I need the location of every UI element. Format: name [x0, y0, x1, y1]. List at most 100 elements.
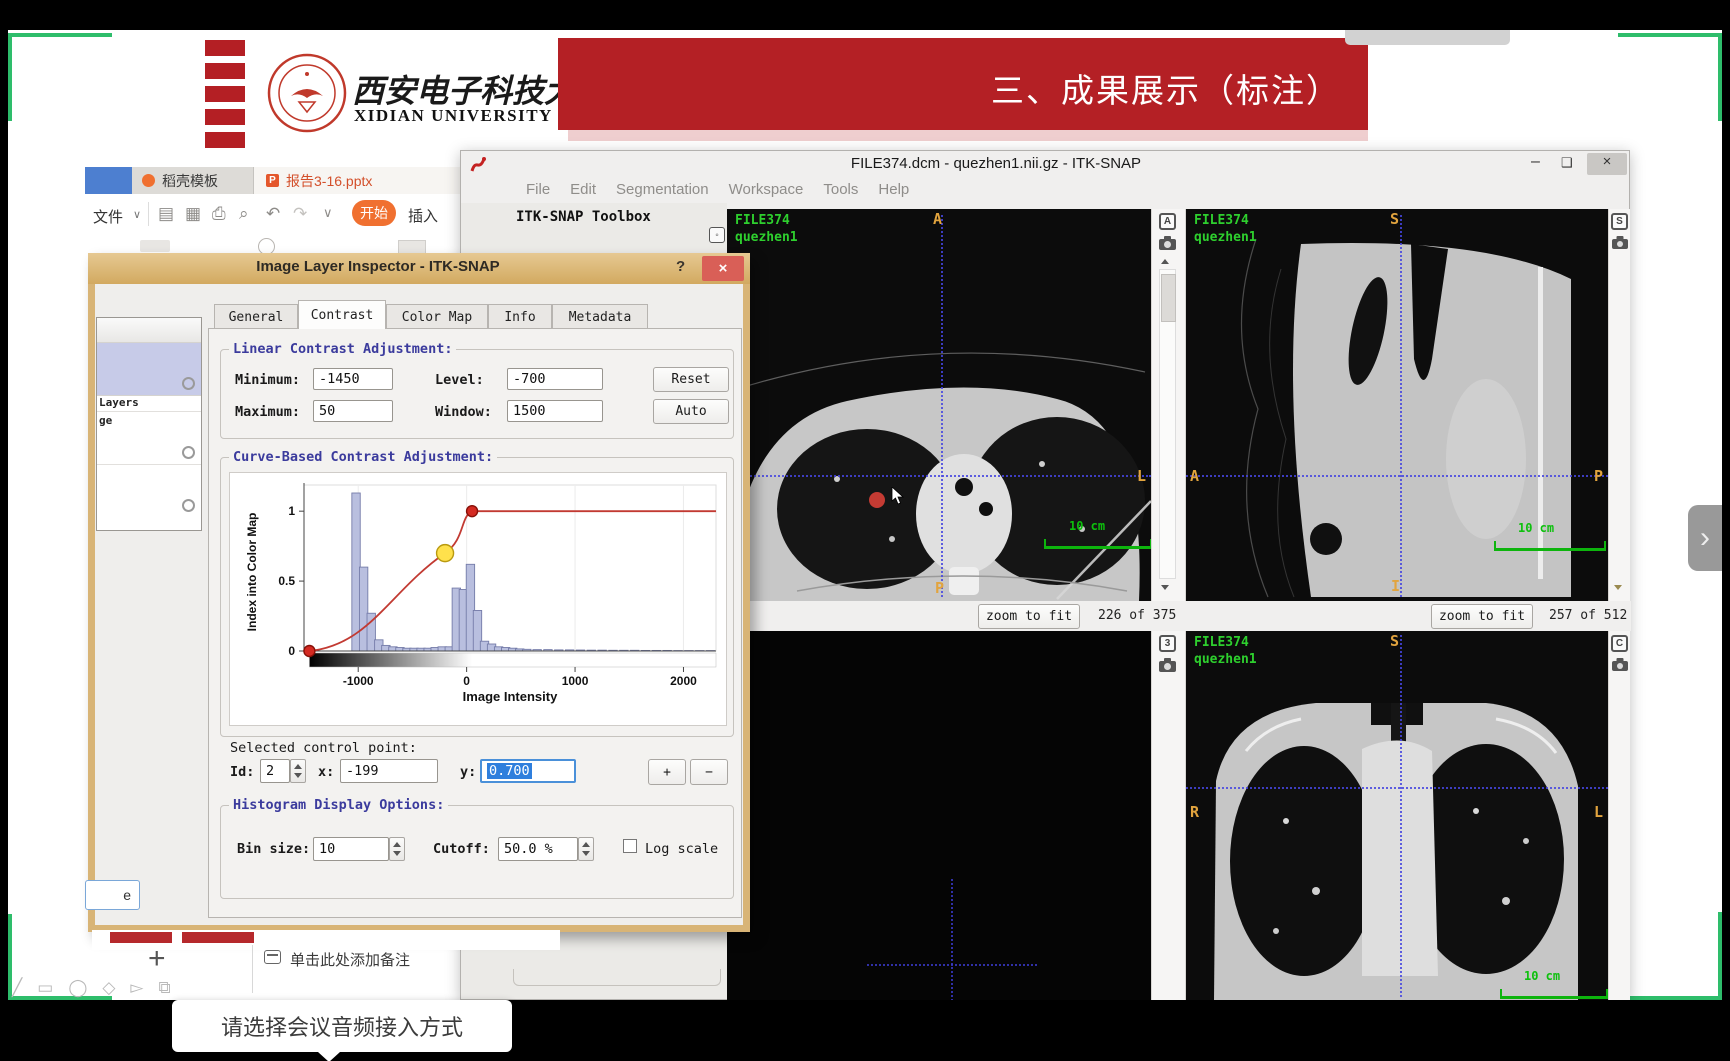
minimum-input[interactable]: -1450: [313, 368, 393, 390]
auto-button[interactable]: Auto: [653, 399, 729, 424]
menu-help[interactable]: Help: [878, 181, 909, 198]
y-input[interactable]: 0.700: [480, 759, 576, 783]
copy-icon[interactable]: ▦: [185, 204, 201, 224]
layer-row[interactable]: [97, 464, 201, 517]
screen-select-tool-icon[interactable]: ⧉: [159, 978, 171, 998]
coronal-crosshair-vertical[interactable]: [1400, 635, 1402, 997]
highlight-tool-icon[interactable]: ▭: [37, 978, 53, 998]
screenshot-camera-icon[interactable]: [1159, 236, 1176, 250]
coronal-viewport[interactable]: FILE374 quezhen1 S R L 10 cm: [1186, 631, 1608, 1001]
slice-scroll-up[interactable]: [1161, 259, 1169, 264]
tab-info[interactable]: Info: [488, 304, 552, 329]
coronal-panel-icon[interactable]: C: [1611, 635, 1628, 652]
add-control-point-button[interactable]: +: [648, 759, 686, 785]
undo-icon[interactable]: ↶: [266, 204, 280, 224]
maximize-button[interactable]: ❑: [1561, 155, 1573, 171]
ppt-notes-placeholder[interactable]: 单击此处添加备注: [290, 949, 410, 970]
layer-refresh-icon[interactable]: [182, 377, 195, 390]
more-tools-icon[interactable]: ∨: [323, 205, 333, 221]
layer-refresh-icon[interactable]: [182, 446, 195, 459]
ppt-divider: [252, 945, 253, 993]
slice-scroll-down[interactable]: [1161, 585, 1169, 590]
remove-control-point-button[interactable]: −: [690, 759, 728, 785]
tab-label: Contrast: [311, 308, 374, 323]
axial-viewport[interactable]: FILE374 quezhen1 A L P 10 cm: [727, 209, 1151, 601]
axial-crosshair-horizontal[interactable]: [727, 475, 1151, 477]
dialog-close-button[interactable]: ×: [702, 256, 744, 281]
svg-text:2000: 2000: [670, 674, 697, 688]
save-icon[interactable]: ▤: [158, 204, 174, 224]
dialog-titlebar[interactable]: Image Layer Inspector - ITK-SNAP ? ×: [88, 253, 750, 284]
id-spinner[interactable]: [290, 759, 306, 783]
axial-crosshair-vertical[interactable]: [941, 215, 943, 597]
print-icon[interactable]: ⎙: [212, 204, 226, 224]
sagittal-zoom-to-fit-button[interactable]: zoom to fit: [1431, 604, 1533, 629]
layer-row-selected[interactable]: [97, 343, 201, 395]
preview-icon[interactable]: ⌕: [239, 204, 249, 224]
sagittal-crosshair-vertical[interactable]: [1400, 215, 1402, 597]
svg-text:0.5: 0.5: [278, 574, 295, 588]
meeting-audio-toast[interactable]: 请选择会议音频接入方式: [172, 1000, 512, 1052]
minimize-button[interactable]: –: [1531, 153, 1540, 171]
cutoff-input[interactable]: 50.0 %: [498, 837, 578, 861]
menu-tools[interactable]: Tools: [823, 181, 858, 198]
redo-icon[interactable]: ↷: [293, 204, 307, 224]
window-input[interactable]: 1500: [507, 400, 603, 422]
reset-button[interactable]: Reset: [653, 367, 729, 392]
render3d-viewport[interactable]: [727, 631, 1151, 1001]
chevron-down-icon[interactable]: ∨: [133, 208, 141, 221]
sagittal-crosshair-horizontal[interactable]: [1186, 475, 1608, 477]
layer-name-fragment: ge: [99, 414, 112, 427]
cutoff-spinner[interactable]: [578, 837, 594, 861]
menu-segmentation[interactable]: Segmentation: [616, 181, 709, 198]
menu-workspace[interactable]: Workspace: [729, 181, 804, 198]
ppt-tab-presentation[interactable]: P 报告3-16.pptx: [254, 167, 460, 194]
contrast-histogram-chart[interactable]: 00.51-1000010002000Image IntensityIndex …: [230, 473, 724, 723]
tab-contrast[interactable]: Contrast: [298, 300, 386, 329]
tab-general[interactable]: General: [214, 304, 298, 329]
ppt-insert-tab[interactable]: 插入: [408, 205, 438, 226]
collapse-panel-icon[interactable]: ◦: [709, 227, 725, 243]
slice-scrollbar-track[interactable]: [1159, 269, 1176, 579]
sagittal-viewport[interactable]: FILE374 quezhen1 S A P I 10 cm: [1186, 209, 1608, 601]
x-input[interactable]: -199: [340, 759, 438, 783]
maximum-input[interactable]: 50: [313, 400, 393, 422]
ppt-tab-template[interactable]: 稻壳模板: [132, 167, 254, 194]
log-scale-checkbox[interactable]: [623, 839, 637, 853]
new-slide-button[interactable]: +: [148, 942, 166, 976]
eraser-tool-icon[interactable]: ◇: [102, 978, 115, 998]
axial-panel-icon[interactable]: A: [1159, 213, 1176, 230]
tab-metadata[interactable]: Metadata: [552, 304, 648, 329]
ppt-file-menu[interactable]: 文件: [93, 206, 123, 227]
coronal-scale-bar: [1500, 989, 1608, 999]
screenshot-camera-icon[interactable]: [1612, 236, 1628, 249]
ellipse-tool-icon[interactable]: ◯: [68, 978, 87, 998]
screenshot-camera-icon[interactable]: [1612, 658, 1628, 671]
bin-size-input[interactable]: 10: [313, 837, 389, 861]
axial-zoom-to-fit-button[interactable]: zoom to fit: [978, 604, 1080, 629]
coronal-crosshair-horizontal[interactable]: [1186, 787, 1608, 789]
id-input[interactable]: 2: [260, 759, 290, 783]
close-button[interactable]: ×: [1587, 153, 1627, 175]
side-panel-expand-button[interactable]: ›: [1688, 505, 1722, 571]
level-input[interactable]: -700: [507, 368, 603, 390]
partial-button[interactable]: e: [85, 880, 140, 910]
render3d-crosshair-vertical: [951, 879, 953, 1001]
layer-row[interactable]: ge: [97, 411, 201, 464]
slice-scroll-down[interactable]: [1614, 585, 1622, 590]
menu-edit[interactable]: Edit: [570, 181, 596, 198]
ppt-active-doc-fragment[interactable]: [85, 167, 132, 194]
menu-file[interactable]: File: [526, 181, 550, 198]
ppt-start-tab[interactable]: 开始: [352, 200, 396, 226]
tab-color-map[interactable]: Color Map: [386, 304, 488, 329]
sagittal-panel-icon[interactable]: S: [1611, 213, 1628, 230]
render3d-panel-icon[interactable]: 3: [1159, 635, 1176, 652]
dialog-help-button[interactable]: ?: [676, 258, 685, 275]
layer-refresh-icon[interactable]: [182, 499, 195, 512]
slide-thumbnail-fragment[interactable]: [182, 932, 254, 943]
bin-size-spinner[interactable]: [389, 837, 405, 861]
pen-tool-icon[interactable]: ╱: [12, 978, 22, 998]
slice-scrollbar-thumb[interactable]: [1161, 274, 1176, 322]
pointer-tool-icon[interactable]: ▻: [130, 978, 143, 998]
screenshot-camera-icon[interactable]: [1159, 658, 1176, 672]
